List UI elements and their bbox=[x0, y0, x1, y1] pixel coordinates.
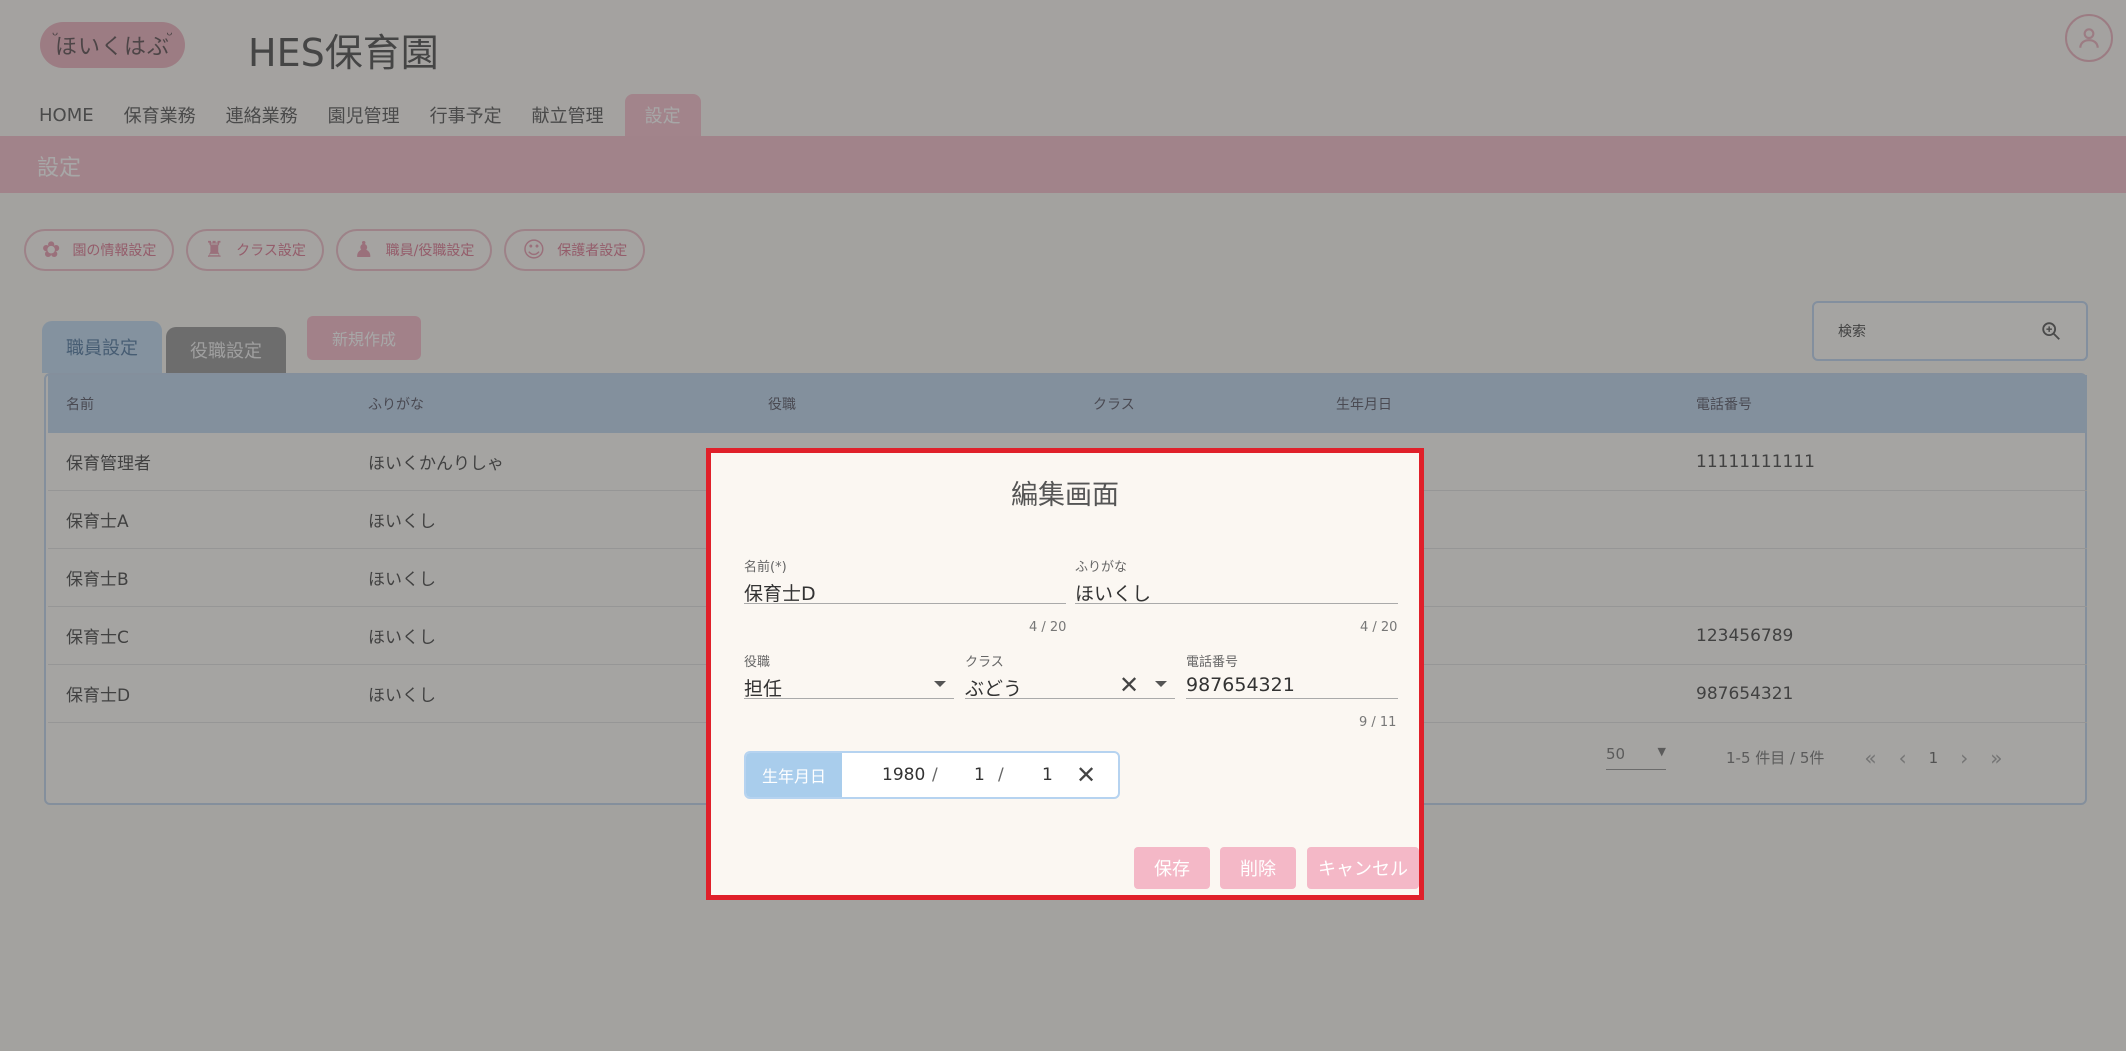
save-button[interactable]: 保存 bbox=[1134, 847, 1210, 889]
name-input[interactable]: 保育士D bbox=[744, 579, 1066, 605]
name-counter: 4 / 20 bbox=[1029, 620, 1067, 635]
clear-date-icon[interactable]: ✕ bbox=[1076, 763, 1096, 787]
underline bbox=[744, 603, 1066, 604]
birth-year-input[interactable]: 1980 bbox=[882, 765, 925, 785]
class-value: ぶどう bbox=[965, 678, 1023, 700]
kana-field[interactable]: ふりがな ほいくし bbox=[1075, 556, 1398, 605]
kana-input[interactable]: ほいくし bbox=[1075, 579, 1398, 605]
birth-month-input[interactable]: 1 bbox=[974, 765, 985, 785]
kana-label: ふりがな bbox=[1075, 560, 1128, 575]
chevron-down-icon[interactable] bbox=[934, 681, 946, 687]
name-field[interactable]: 名前(*) 保育士D bbox=[744, 556, 1066, 605]
date-separator: / bbox=[932, 765, 938, 785]
phone-field[interactable]: 電話番号 987654321 bbox=[1186, 651, 1398, 699]
underline bbox=[1075, 603, 1398, 604]
underline bbox=[965, 698, 1175, 699]
birthdate-field[interactable]: 生年月日 1980 / 1 / 1 ✕ bbox=[744, 751, 1120, 799]
birthdate-label: 生年月日 bbox=[746, 753, 842, 797]
class-label: クラス bbox=[965, 655, 1004, 670]
role-value: 担任 bbox=[744, 678, 783, 700]
underline bbox=[744, 698, 954, 699]
underline bbox=[1186, 698, 1398, 699]
chevron-down-icon[interactable] bbox=[1155, 681, 1167, 687]
birth-day-input[interactable]: 1 bbox=[1042, 765, 1053, 785]
phone-counter: 9 / 11 bbox=[1359, 715, 1397, 730]
role-select[interactable]: 役職 担任 bbox=[744, 651, 954, 700]
clear-icon[interactable]: ✕ bbox=[1119, 673, 1139, 697]
phone-label: 電話番号 bbox=[1186, 655, 1239, 670]
dialog-title: 編集画面 bbox=[1011, 480, 1119, 511]
cancel-button[interactable]: キャンセル bbox=[1307, 847, 1419, 889]
edit-dialog: 編集画面 名前(*) 保育士D 4 / 20 ふりがな ほいくし 4 / 20 … bbox=[706, 448, 1424, 900]
phone-input[interactable]: 987654321 bbox=[1186, 674, 1398, 698]
date-separator: / bbox=[998, 765, 1004, 785]
name-label: 名前(*) bbox=[744, 560, 787, 575]
role-label: 役職 bbox=[744, 655, 771, 670]
class-select[interactable]: クラス ぶどう ✕ bbox=[965, 651, 1175, 700]
delete-button[interactable]: 削除 bbox=[1220, 847, 1296, 889]
kana-counter: 4 / 20 bbox=[1360, 620, 1398, 635]
